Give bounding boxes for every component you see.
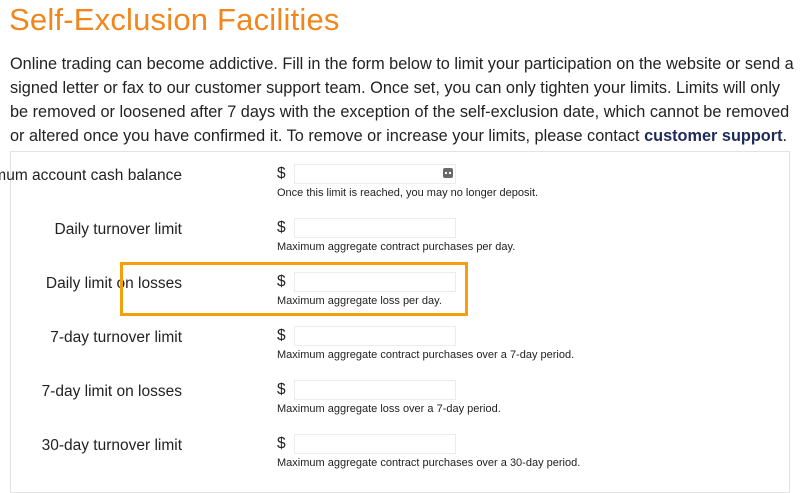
limit-label: Maximum account cash balance	[0, 167, 182, 184]
currency-symbol: $	[277, 165, 286, 182]
limit-row-7day-losses: 7-day limit on losses $ Maximum aggregat…	[11, 368, 711, 422]
autofill-icon[interactable]	[443, 168, 453, 178]
page-title: Self-Exclusion Facilities	[9, 2, 340, 37]
intro-paragraph: Online trading can become addictive. Fil…	[10, 52, 795, 148]
limit-label: 30-day turnover limit	[41, 437, 182, 454]
limit-hint: Maximum aggregate contract purchases ove…	[277, 457, 581, 469]
currency-symbol: $	[277, 381, 286, 398]
7day-losses-input[interactable]	[294, 380, 456, 400]
customer-support-link[interactable]: customer support	[644, 127, 782, 145]
currency-symbol: $	[277, 435, 286, 452]
intro-end: .	[782, 127, 788, 145]
max-balance-input[interactable]	[294, 164, 456, 184]
limit-label: 7-day turnover limit	[50, 329, 182, 346]
daily-turnover-input[interactable]	[294, 218, 456, 238]
limit-row-daily-losses: Daily limit on losses $ Maximum aggregat…	[11, 260, 711, 314]
limit-label: Daily limit on losses	[45, 275, 182, 292]
limit-row-daily-turnover: Daily turnover limit $ Maximum aggregate…	[11, 206, 711, 260]
currency-symbol: $	[277, 327, 286, 344]
daily-losses-input[interactable]	[294, 272, 456, 292]
currency-symbol: $	[277, 273, 286, 290]
limit-hint: Maximum aggregate loss per day.	[277, 295, 442, 307]
limit-hint: Once this limit is reached, you may no l…	[277, 187, 539, 199]
limits-form-panel: Maximum account cash balance $ Once this…	[0, 151, 790, 493]
currency-symbol: $	[277, 219, 286, 236]
limit-label: 7-day limit on losses	[41, 383, 182, 400]
30day-turnover-input[interactable]	[294, 434, 456, 454]
limit-hint: Maximum aggregate contract purchases per…	[277, 241, 516, 253]
limit-label: Daily turnover limit	[54, 221, 182, 238]
limit-row-7day-turnover: 7-day turnover limit $ Maximum aggregate…	[11, 314, 711, 368]
limit-hint: Maximum aggregate contract purchases ove…	[277, 349, 575, 361]
limit-hint: Maximum aggregate loss over a 7-day peri…	[277, 403, 501, 415]
limit-row-max-balance: Maximum account cash balance $ Once this…	[0, 152, 711, 206]
limit-row-30day-turnover: 30-day turnover limit $ Maximum aggregat…	[11, 422, 711, 476]
7day-turnover-input[interactable]	[294, 326, 456, 346]
